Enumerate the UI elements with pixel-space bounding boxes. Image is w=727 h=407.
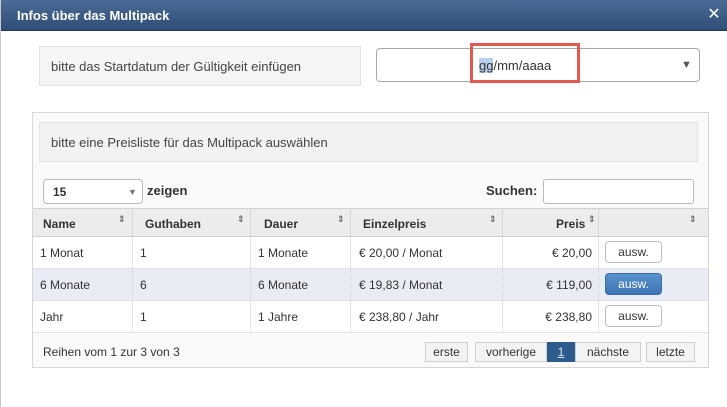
- start-date-value[interactable]: gg/mm/aaaa: [479, 58, 551, 73]
- search-label: Suchen:: [486, 183, 538, 198]
- column-header-dauer[interactable]: Dauer ⇕: [251, 209, 351, 237]
- table-row: 6 Monate 6 6 Monate € 19,83 / Monat € 11…: [33, 269, 708, 301]
- choose-button[interactable]: ausw.: [605, 241, 662, 263]
- table-header: Name ⇕ Guthaben ⇕ Dauer ⇕ Einzelpreis ⇕ …: [33, 208, 708, 237]
- column-header-einzelpreis[interactable]: Einzelpreis ⇕: [351, 209, 503, 237]
- start-date-day-segment[interactable]: gg: [479, 58, 494, 73]
- pager-first-button[interactable]: erste: [425, 342, 468, 362]
- cell-preis: € 238,80: [503, 301, 599, 332]
- sort-icon: ⇕: [118, 214, 126, 224]
- cell-name: 6 Monate: [33, 269, 133, 300]
- pager-prev-button[interactable]: vorherige: [475, 342, 547, 362]
- column-header-guthaben[interactable]: Guthaben ⇕: [133, 209, 251, 237]
- choose-button[interactable]: ausw.: [605, 305, 662, 327]
- cell-guthaben: 6: [133, 269, 251, 300]
- search-input[interactable]: [543, 179, 694, 204]
- cell-name: Jahr: [33, 301, 133, 332]
- table-row: 1 Monat 1 1 Monate € 20,00 / Monat € 20,…: [33, 237, 708, 269]
- sort-icon: ⇕: [689, 214, 697, 224]
- sort-icon: ⇕: [489, 214, 497, 224]
- cell-preis: € 119,00: [503, 269, 599, 300]
- cell-einzelpreis: € 20,00 / Monat: [351, 237, 503, 268]
- cell-dauer: 1 Jahre: [251, 301, 351, 332]
- cell-einzelpreis: € 238,80 / Jahr: [351, 301, 503, 332]
- table-row: Jahr 1 1 Jahre € 238,80 / Jahr € 238,80 …: [33, 301, 708, 333]
- cell-dauer: 1 Monate: [251, 237, 351, 268]
- pricelist-label: bitte eine Preisliste für das Multipack …: [39, 122, 698, 162]
- start-date-input[interactable]: gg/mm/aaaa ▼: [376, 43, 700, 83]
- table-info: Reihen vom 1 zur 3 von 3: [43, 345, 180, 359]
- page-length-value: 15: [53, 185, 67, 199]
- dialog-titlebar: Infos über das Multipack ✕: [1, 0, 727, 31]
- page-length-label: zeigen: [147, 183, 188, 198]
- pricelist-panel: bitte eine Preisliste für das Multipack …: [32, 112, 709, 368]
- page-length-select[interactable]: 15 ▼: [43, 179, 143, 204]
- start-date-rest-segment[interactable]: /mm/aaaa: [493, 58, 551, 73]
- dialog-title: Infos über das Multipack: [17, 8, 170, 23]
- column-header-name[interactable]: Name ⇕: [33, 209, 133, 237]
- chevron-down-icon[interactable]: ▼: [681, 59, 692, 71]
- choose-button[interactable]: ausw.: [605, 273, 662, 295]
- pager-next-button[interactable]: nächste: [575, 342, 641, 362]
- cell-guthaben: 1: [133, 237, 251, 268]
- cell-dauer: 6 Monate: [251, 269, 351, 300]
- pager-current-page[interactable]: 1: [547, 342, 575, 362]
- column-header-action[interactable]: ⇕: [599, 209, 708, 237]
- column-header-preis[interactable]: Preis ⇕: [503, 209, 599, 237]
- sort-icon: ⇕: [337, 214, 345, 224]
- cell-einzelpreis: € 19,83 / Monat: [351, 269, 503, 300]
- cell-guthaben: 1: [133, 301, 251, 332]
- pager-last-button[interactable]: letzte: [646, 342, 695, 362]
- chevron-down-icon: ▼: [128, 187, 137, 197]
- cell-preis: € 20,00: [503, 237, 599, 268]
- sort-icon: ⇕: [237, 214, 245, 224]
- start-date-label: bitte das Startdatum der Gültigkeit einf…: [39, 46, 361, 86]
- close-icon[interactable]: ✕: [707, 7, 721, 23]
- multipack-dialog: Infos über das Multipack ✕ bitte das Sta…: [0, 0, 727, 407]
- sort-icon: ⇕: [588, 214, 596, 224]
- cell-name: 1 Monat: [33, 237, 133, 268]
